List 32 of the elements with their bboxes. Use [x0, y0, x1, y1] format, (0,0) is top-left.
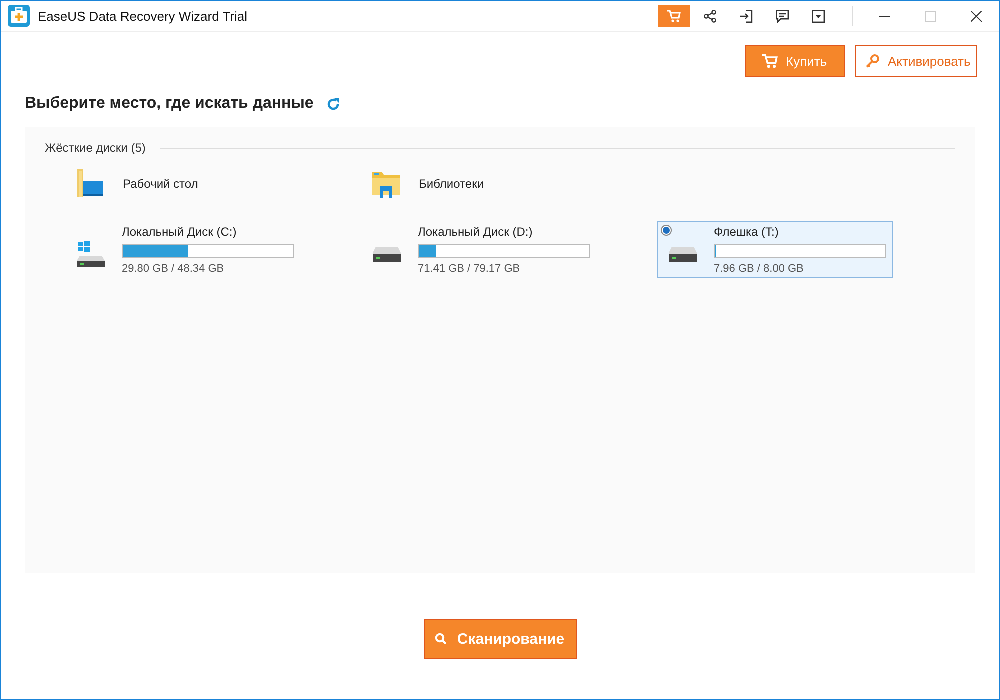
desktop-folder-icon: [75, 169, 105, 199]
section-title: Жёсткие диски (5): [45, 141, 146, 155]
refresh-icon[interactable]: [326, 96, 341, 112]
page-heading: Выберите место, где искать данные: [25, 95, 314, 113]
libraries-folder-icon: [371, 170, 401, 198]
dropdown-icon: [812, 10, 824, 22]
maximize-icon: [924, 10, 936, 22]
drive-name: Флешка (T:): [714, 224, 780, 238]
close-icon: [970, 10, 982, 22]
location-label[interactable]: Рабочий стол: [123, 177, 198, 191]
drive-usage: 7.96 GB / 8.00 GB: [714, 262, 805, 274]
radio-button[interactable]: [661, 225, 672, 236]
drive-tile[interactable]: Локальный Диск (C:) 29.80 GB / 48.34 GB: [65, 221, 301, 278]
drive-tile[interactable]: Локальный Диск (D:) 71.41 GB / 79.17 GB: [361, 221, 597, 278]
share-icon: [704, 10, 716, 22]
drive-tile[interactable]: Флешка (T:) 7.96 GB / 8.00 GB: [657, 221, 893, 278]
window-title: EaseUS Data Recovery Wizard Trial: [38, 8, 249, 24]
search-icon: [435, 633, 448, 645]
comment-icon: [776, 10, 788, 22]
app-logo-icon: [8, 5, 30, 27]
drive-usage: 29.80 GB / 48.34 GB: [122, 262, 226, 274]
location-label[interactable]: Библиотеки: [419, 177, 484, 191]
cart-icon: [667, 10, 681, 22]
drive-name: Локальный Диск (C:): [122, 224, 238, 238]
system-drive-icon: [76, 240, 106, 268]
drive-name: Локальный Диск (D:): [418, 224, 534, 238]
sign-in-icon: [740, 10, 752, 22]
drive-icon: [668, 246, 698, 262]
drive-usage: 71.41 GB / 79.17 GB: [418, 262, 522, 274]
key-icon: [866, 54, 880, 68]
cart-icon: [762, 54, 778, 68]
drive-icon: [372, 246, 402, 262]
